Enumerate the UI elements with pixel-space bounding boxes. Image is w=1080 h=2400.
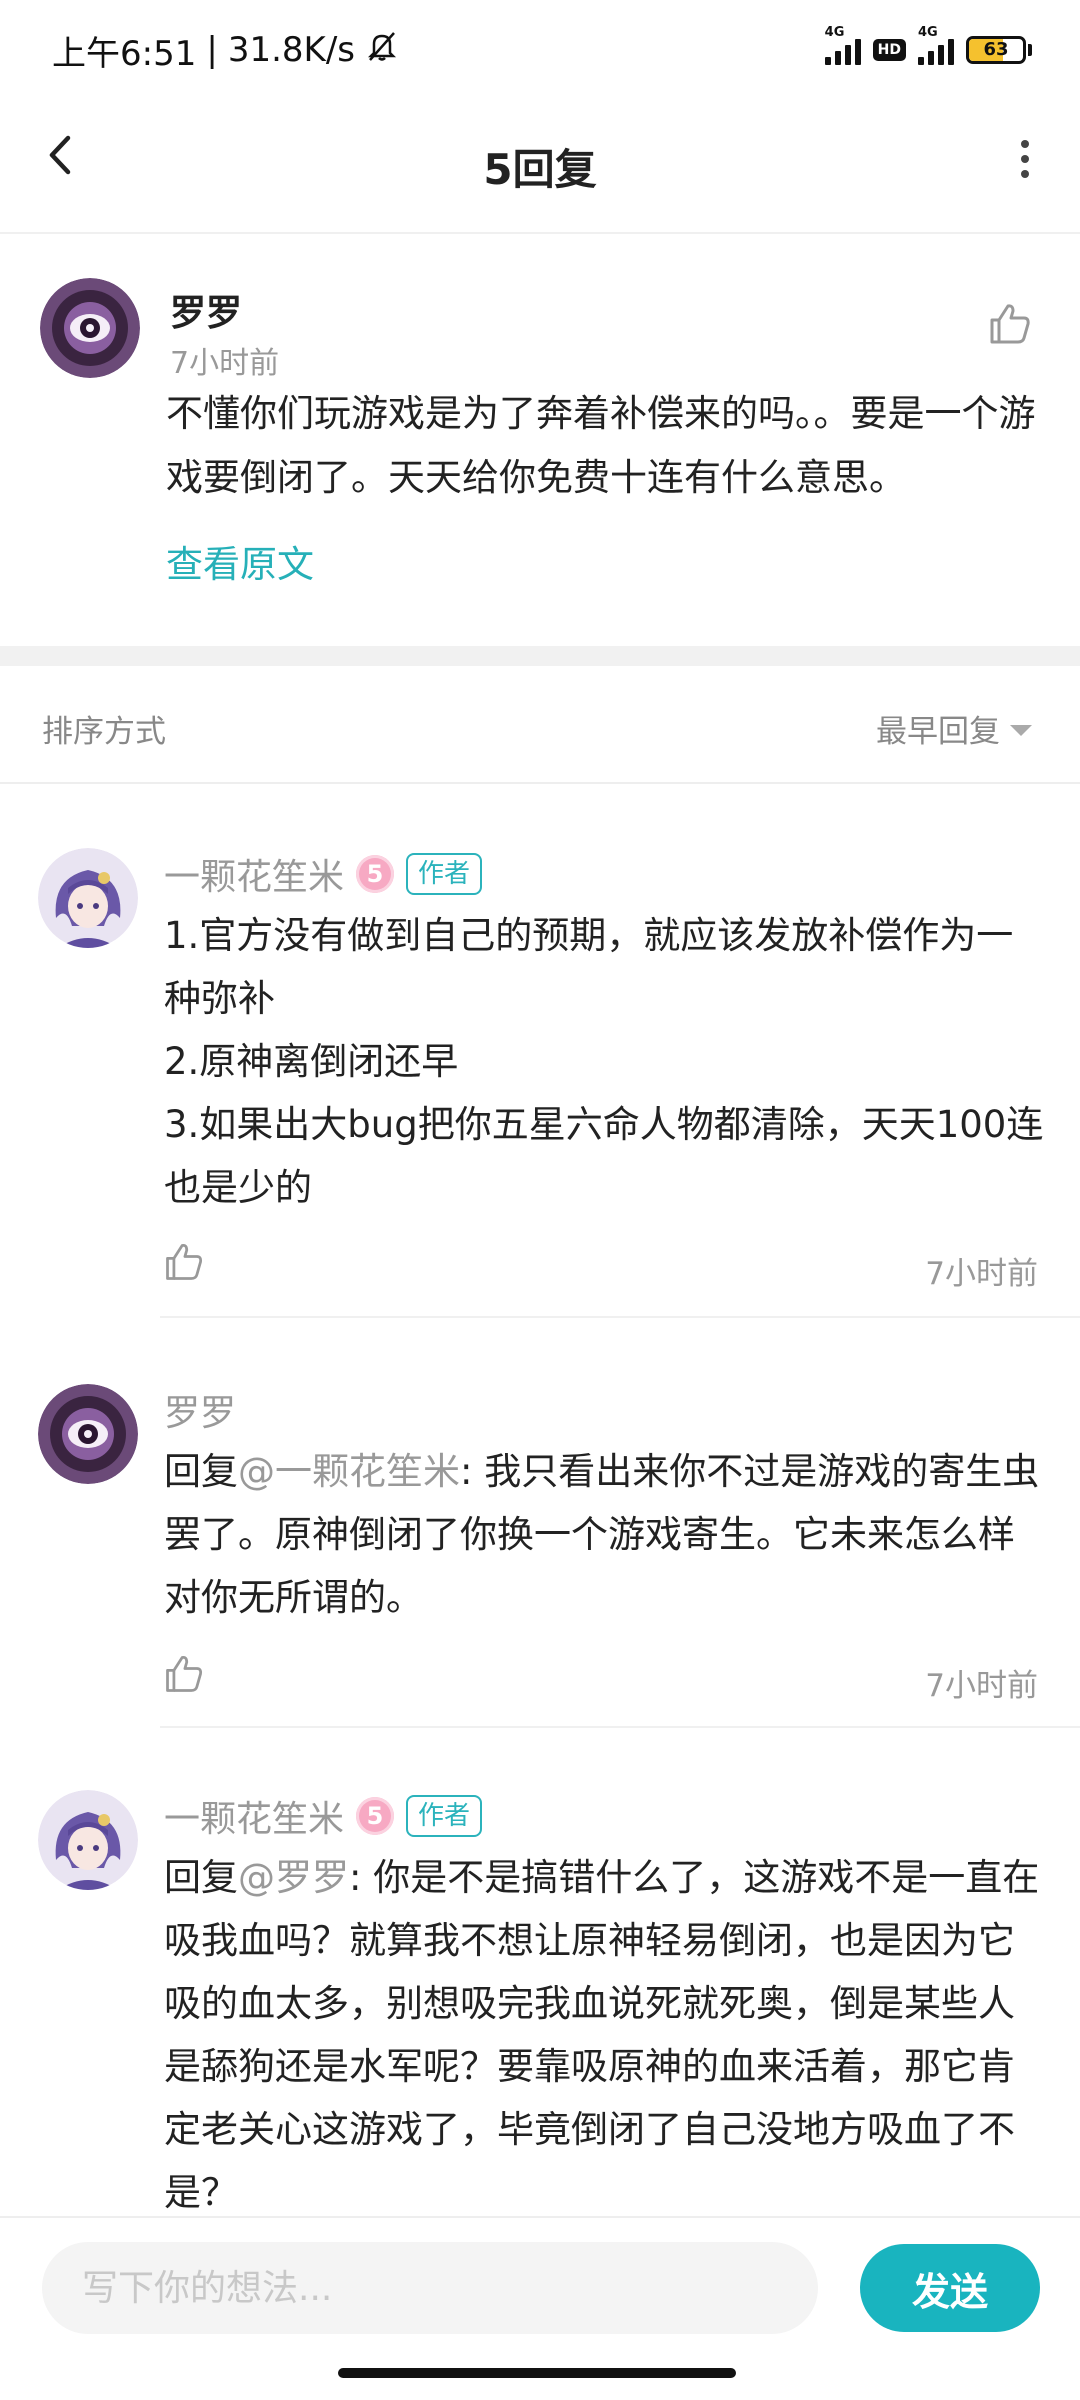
- reply-body: : 你是不是搞错什么了，这游戏不是一直在吸我血吗？就算我不想让原神轻易倒闭，也是…: [164, 1856, 1040, 2214]
- reply-time: 7小时前: [925, 1668, 1038, 1704]
- anime-girl-avatar-icon: [38, 1790, 138, 1890]
- battery-percent: 63: [983, 39, 1009, 60]
- view-original-link[interactable]: 查看原文: [166, 534, 314, 588]
- reply-author-name[interactable]: 罗罗: [164, 1384, 236, 1436]
- like-button[interactable]: [162, 1240, 206, 1284]
- battery-icon: 63: [966, 36, 1032, 64]
- eye-avatar-icon: [38, 1384, 138, 1484]
- comment-input[interactable]: [42, 2242, 818, 2334]
- back-button[interactable]: [38, 130, 88, 180]
- status-right: 4G HD 4G 63: [824, 25, 1032, 65]
- top-app-bar: 5回复: [0, 100, 1080, 234]
- section-divider: [0, 646, 1080, 666]
- status-left: 上午6:51 | 31.8K/s: [52, 26, 399, 75]
- signal-icon: 4G: [824, 25, 861, 65]
- thumbs-up-icon: [166, 1656, 203, 1692]
- avatar[interactable]: [38, 1384, 138, 1484]
- reply-content: 回复@一颗花笙米: 我只看出来你不过是游戏的寄生虫罢了。原神倒闭了你换一个游戏寄…: [164, 1440, 1044, 1629]
- reply-author-name[interactable]: 一颗花笙米: [164, 1790, 344, 1842]
- mention-link[interactable]: @一颗花笙米: [238, 1450, 460, 1493]
- send-button[interactable]: 发送: [860, 2244, 1040, 2332]
- status-bar: 上午6:51 | 31.8K/s 4G HD 4G 63: [0, 0, 1080, 100]
- comment-content: 不懂你们玩游戏是为了奔着补偿来的吗。。要是一个游戏要倒闭了。天天给你免费十连有什…: [166, 392, 1036, 499]
- network-type-1: 4G: [824, 25, 845, 40]
- status-speed: 31.8K/s: [227, 30, 355, 70]
- reply-content: 回复@罗罗: 你是不是搞错什么了，这游戏不是一直在吸我血吗？就算我不想让原神轻易…: [164, 1846, 1044, 2224]
- reply-author: 一颗花笙米 5 作者: [164, 1790, 483, 1842]
- level-badge: 5: [356, 855, 395, 893]
- avatar[interactable]: [38, 1790, 138, 1890]
- comment-author[interactable]: 罗罗: [170, 284, 242, 336]
- level-badge: 5: [356, 1797, 395, 1835]
- page-title: 5回复: [483, 144, 597, 194]
- sort-bar: 排序方式 最早回复: [0, 666, 1080, 784]
- divider: [160, 1316, 1080, 1318]
- thumbs-up-icon: [166, 1244, 203, 1280]
- reply-prefix: 回复: [164, 1856, 238, 1899]
- home-indicator[interactable]: [338, 2368, 736, 2378]
- reply-author: 一颗花笙米 5 作者: [164, 848, 483, 900]
- anime-girl-avatar-icon: [38, 848, 138, 948]
- sort-order-dropdown[interactable]: 最早回复: [876, 706, 1032, 751]
- author-badge: 作者: [406, 1795, 483, 1837]
- hd-badge: HD: [872, 39, 906, 61]
- mention-link[interactable]: @罗罗: [238, 1856, 349, 1899]
- thumbs-up-icon: [990, 304, 1030, 344]
- author-badge: 作者: [406, 853, 483, 895]
- avatar[interactable]: [40, 278, 140, 378]
- signal-icon-2: 4G: [918, 25, 954, 65]
- reply-prefix: 回复: [164, 1450, 238, 1493]
- reply-time: 7小时前: [925, 1256, 1038, 1292]
- avatar[interactable]: [38, 848, 138, 948]
- reply-content: 1.官方没有做到自己的预期，就应该发放补偿作为一种弥补 2.原神离倒闭还早 3.…: [164, 914, 1044, 1209]
- status-separator: |: [206, 30, 218, 70]
- network-type-2: 4G: [918, 25, 938, 40]
- back-arrow-icon: [49, 135, 71, 175]
- comment-time: 7小时前: [170, 346, 280, 381]
- more-options-button[interactable]: [1010, 134, 1040, 184]
- eye-avatar-icon: [40, 278, 140, 378]
- more-vertical-icon: [1021, 140, 1029, 178]
- reply-author-name[interactable]: 一颗花笙米: [164, 848, 344, 900]
- like-button[interactable]: [162, 1652, 206, 1696]
- caret-down-icon: [1010, 725, 1032, 736]
- divider: [160, 1726, 1080, 1728]
- mute-bell-icon: [365, 29, 399, 72]
- original-comment: 罗罗 7小时前 不懂你们玩游戏是为了奔着补偿来的吗。。要是一个游戏要倒闭了。天天…: [0, 234, 1080, 644]
- like-button[interactable]: [986, 300, 1034, 348]
- sort-order-label: 最早回复: [876, 714, 1000, 750]
- sort-label: 排序方式: [42, 714, 166, 750]
- reply-author: 罗罗: [164, 1384, 236, 1436]
- status-time: 上午6:51: [52, 33, 197, 74]
